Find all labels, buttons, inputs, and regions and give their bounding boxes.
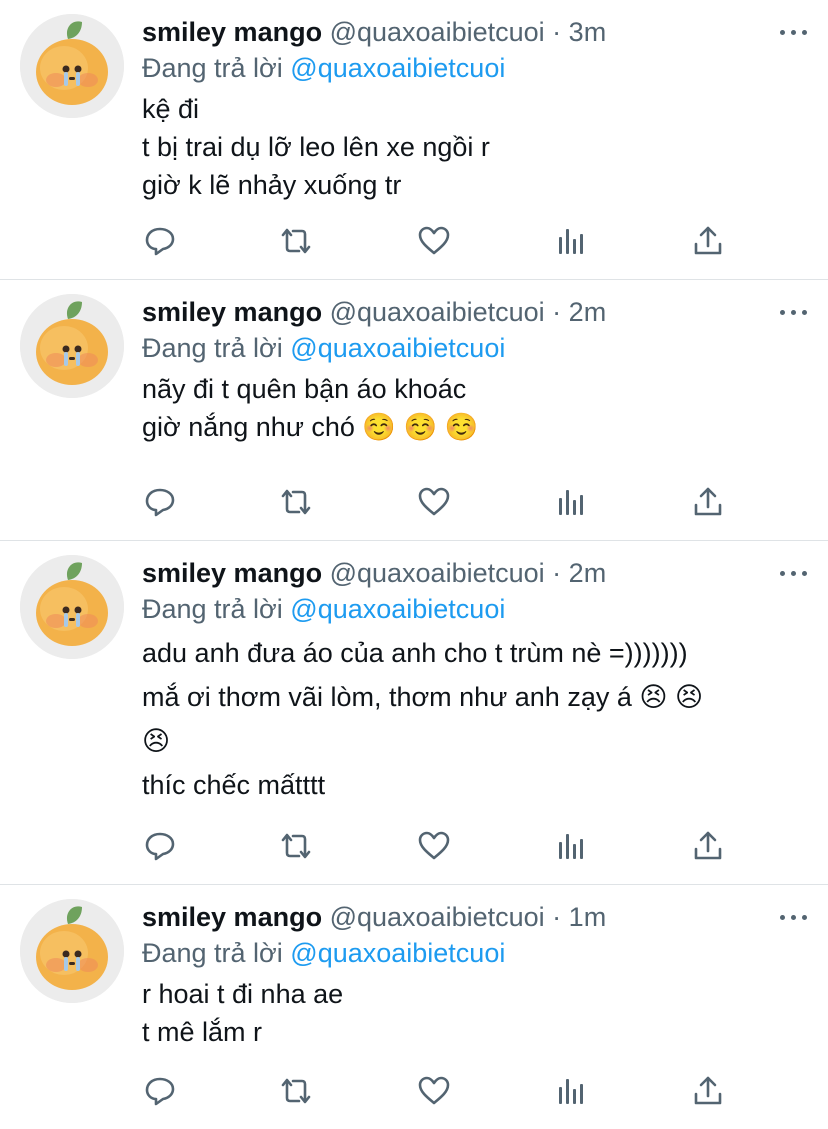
tweet-text: nãy đi t quên bận áo khoác giờ nắng như … <box>142 370 808 446</box>
avatar[interactable] <box>20 555 124 659</box>
action-bar <box>140 826 730 866</box>
action-bar <box>140 1071 730 1111</box>
tweet[interactable]: smiley mango @quaxoaibietcuoi · 2m Đang … <box>0 280 828 541</box>
mention-link[interactable]: @quaxoaibietcuoi <box>290 938 505 968</box>
more-icon[interactable] <box>774 14 814 50</box>
avatar[interactable] <box>20 899 124 1003</box>
separator: · <box>552 297 562 327</box>
timestamp[interactable]: 2m <box>569 297 607 327</box>
like-icon[interactable] <box>414 1071 454 1111</box>
tweet-text: r hoai t đi nha ae t mê lắm r <box>142 975 808 1051</box>
tweet-line: giờ k lẽ nhảy xuống tr <box>142 170 402 200</box>
mention-link[interactable]: @quaxoaibietcuoi <box>290 53 505 83</box>
mention-link[interactable]: @quaxoaibietcuoi <box>290 333 505 363</box>
tweet-content: smiley mango @quaxoaibietcuoi · 2m Đang … <box>142 555 808 807</box>
tweet-header: smiley mango @quaxoaibietcuoi · 1m <box>142 899 808 935</box>
separator: · <box>552 17 562 47</box>
tweet-text: adu anh đưa áo của anh cho t trùm nè =))… <box>142 631 808 807</box>
replying-to: Đang trả lời @quaxoaibietcuoi <box>142 330 808 366</box>
analytics-icon[interactable] <box>551 221 591 261</box>
replying-to: Đang trả lời @quaxoaibietcuoi <box>142 50 808 86</box>
tweet-content: smiley mango @quaxoaibietcuoi · 3m Đang … <box>142 14 808 204</box>
tweet-line: adu anh đưa áo của anh cho t trùm nè =))… <box>142 638 688 668</box>
tweet-content: smiley mango @quaxoaibietcuoi · 2m Đang … <box>142 294 808 446</box>
tweet-line: kệ đi <box>142 94 200 124</box>
user-handle[interactable]: @quaxoaibietcuoi <box>330 558 545 588</box>
analytics-icon[interactable] <box>551 826 591 866</box>
like-icon[interactable] <box>414 482 454 522</box>
display-name[interactable]: smiley mango <box>142 558 322 588</box>
share-icon[interactable] <box>688 826 728 866</box>
replying-prefix: Đang trả lời <box>142 938 283 968</box>
user-handle[interactable]: @quaxoaibietcuoi <box>330 17 545 47</box>
replying-prefix: Đang trả lời <box>142 53 283 83</box>
tweet-line: r hoai t đi nha ae <box>142 979 344 1009</box>
display-name[interactable]: smiley mango <box>142 297 322 327</box>
mention-link[interactable]: @quaxoaibietcuoi <box>290 594 505 624</box>
retweet-icon[interactable] <box>276 221 316 261</box>
tweet[interactable]: smiley mango @quaxoaibietcuoi · 3m Đang … <box>0 0 828 280</box>
avatar[interactable] <box>20 294 124 398</box>
user-handle[interactable]: @quaxoaibietcuoi <box>330 902 545 932</box>
share-icon[interactable] <box>688 482 728 522</box>
tweet-content: smiley mango @quaxoaibietcuoi · 1m Đang … <box>142 899 808 1051</box>
reply-icon[interactable] <box>140 482 180 522</box>
reply-icon[interactable] <box>140 221 180 261</box>
tweet-header: smiley mango @quaxoaibietcuoi · 2m <box>142 294 808 330</box>
share-icon[interactable] <box>688 221 728 261</box>
avatar[interactable] <box>20 14 124 118</box>
replying-prefix: Đang trả lời <box>142 594 283 624</box>
analytics-icon[interactable] <box>551 482 591 522</box>
like-icon[interactable] <box>414 221 454 261</box>
tweet-line: giờ nắng như chó ☺️ ☺️ ☺️ <box>142 412 479 442</box>
timestamp[interactable]: 1m <box>569 902 607 932</box>
retweet-icon[interactable] <box>276 1071 316 1111</box>
tweet-line: thíc chếc mấtttt <box>142 770 326 800</box>
tweet-line: mắ ơi thơm vãi lòm, thơm như anh zạy á 😣… <box>142 682 704 712</box>
separator: · <box>552 558 562 588</box>
tweet-line: 😣 <box>142 726 171 756</box>
analytics-icon[interactable] <box>551 1071 591 1111</box>
action-bar <box>140 221 730 261</box>
reply-icon[interactable] <box>140 826 180 866</box>
tweet[interactable]: smiley mango @quaxoaibietcuoi · 2m Đang … <box>0 541 828 885</box>
replying-to: Đang trả lời @quaxoaibietcuoi <box>142 935 808 971</box>
replying-to: Đang trả lời @quaxoaibietcuoi <box>142 591 808 627</box>
more-icon[interactable] <box>774 899 814 935</box>
retweet-icon[interactable] <box>276 826 316 866</box>
reply-icon[interactable] <box>140 1071 180 1111</box>
tweet[interactable]: smiley mango @quaxoaibietcuoi · 1m Đang … <box>0 885 828 1129</box>
tweet-text: kệ đi t bị trai dụ lỡ leo lên xe ngồi r … <box>142 90 808 204</box>
timestamp[interactable]: 2m <box>569 558 607 588</box>
tweet-line: t mê lắm r <box>142 1017 263 1047</box>
tweet-feed: smiley mango @quaxoaibietcuoi · 3m Đang … <box>0 0 828 1129</box>
separator: · <box>552 902 562 932</box>
more-icon[interactable] <box>774 555 814 591</box>
tweet-header: smiley mango @quaxoaibietcuoi · 2m <box>142 555 808 591</box>
timestamp[interactable]: 3m <box>569 17 607 47</box>
more-icon[interactable] <box>774 294 814 330</box>
share-icon[interactable] <box>688 1071 728 1111</box>
user-handle[interactable]: @quaxoaibietcuoi <box>330 297 545 327</box>
tweet-line: nãy đi t quên bận áo khoác <box>142 374 467 404</box>
retweet-icon[interactable] <box>276 482 316 522</box>
action-bar <box>140 482 730 522</box>
tweet-line: t bị trai dụ lỡ leo lên xe ngồi r <box>142 132 490 162</box>
like-icon[interactable] <box>414 826 454 866</box>
tweet-header: smiley mango @quaxoaibietcuoi · 3m <box>142 14 808 50</box>
display-name[interactable]: smiley mango <box>142 902 322 932</box>
display-name[interactable]: smiley mango <box>142 17 322 47</box>
replying-prefix: Đang trả lời <box>142 333 283 363</box>
